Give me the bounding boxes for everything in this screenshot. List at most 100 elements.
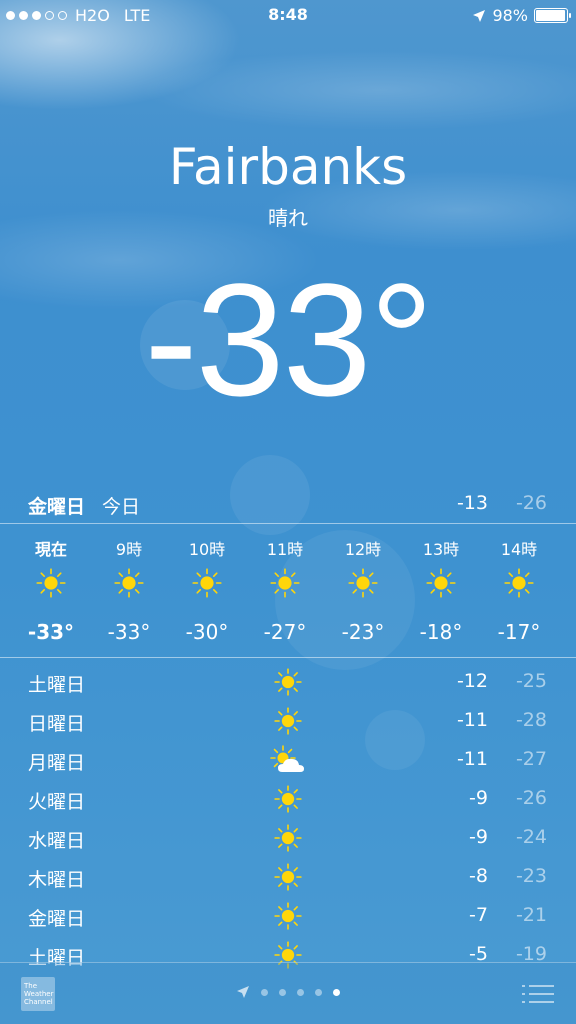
day-name: 日曜日 (28, 713, 86, 735)
hour-temp: -18° (419, 620, 463, 644)
sun-icon (274, 863, 302, 891)
sun-icon (274, 668, 302, 696)
daily-row: 火曜日 -9 -26 (0, 779, 576, 818)
day-high: -11 (456, 748, 488, 770)
day-name: 水曜日 (28, 830, 86, 852)
status-right-group: 98% (472, 6, 571, 25)
hour-icon (324, 564, 402, 602)
battery-percent: 98% (492, 6, 528, 25)
day-low: -28 (515, 709, 547, 731)
page-dot-active[interactable] (333, 988, 340, 996)
sun-icon (274, 824, 302, 852)
hour-label: 10時 (188, 540, 226, 559)
weather-channel-logo[interactable]: The Weather Channel (21, 977, 55, 1011)
hour-temp: -33° (107, 620, 151, 644)
daily-row: 土曜日 -12 -25 (0, 662, 576, 701)
divider (0, 523, 576, 524)
day-low: -23 (515, 865, 547, 887)
day-high: -9 (469, 787, 488, 809)
hourly-forecast[interactable]: 現在 -33° 9時 -33° 10時 -30° 11時 -27° 12時 -23° 13… (0, 528, 576, 653)
daily-row: 月曜日 -11 -27 (0, 740, 576, 779)
page-dots (261, 988, 340, 996)
page-dot[interactable] (279, 988, 286, 996)
hour-icon (246, 564, 324, 602)
hour-column: 10時 -30° (168, 528, 246, 644)
daily-row: 金曜日 -7 -21 (0, 896, 576, 935)
day-icon (270, 822, 306, 854)
hour-label: 13時 (422, 540, 460, 559)
page-dot[interactable] (315, 988, 322, 996)
daily-row: 日曜日 -11 -28 (0, 701, 576, 740)
status-bar: H2O LTE 8:48 98% (0, 0, 576, 30)
sun-icon (274, 707, 302, 735)
sun-icon (504, 568, 534, 598)
hour-column: 13時 -18° (402, 528, 480, 644)
day-low: -21 (515, 904, 547, 926)
sun-icon (192, 568, 222, 598)
hour-label: 12時 (344, 540, 382, 559)
location-arrow-icon (237, 986, 249, 998)
list-icon[interactable] (522, 984, 554, 1004)
day-high: -11 (456, 709, 488, 731)
hour-column: 14時 -17° (480, 528, 558, 644)
city-name: Fairbanks (168, 138, 408, 196)
sun-icon (426, 568, 456, 598)
hour-label: 11時 (266, 540, 304, 559)
hour-label: 現在 (34, 540, 67, 559)
hour-icon (12, 564, 90, 602)
hour-temp: -27° (263, 620, 307, 644)
daily-row: 水曜日 -9 -24 (0, 818, 576, 857)
hour-temp: -33° (27, 620, 75, 644)
day-icon (270, 900, 306, 932)
today-label: 今日 (102, 496, 141, 518)
daily-forecast[interactable]: 土曜日 -12 -25 日曜日 -11 -28 月曜日 -11 -27 火曜日 -9 … (0, 662, 576, 974)
day-low: -25 (515, 670, 547, 692)
hour-temp: -23° (341, 620, 385, 644)
weather-condition: 晴れ (268, 206, 308, 230)
day-icon (270, 861, 306, 893)
page-dot[interactable] (297, 988, 304, 996)
today-summary: 金曜日 今日 -13 -26 (0, 488, 576, 522)
bottom-toolbar: The Weather Channel (0, 962, 576, 1024)
day-name: 火曜日 (28, 791, 86, 813)
hour-icon (168, 564, 246, 602)
sun-icon (270, 568, 300, 598)
page-indicator[interactable] (236, 985, 340, 999)
hour-icon (480, 564, 558, 602)
day-icon (270, 783, 306, 815)
day-low: -27 (515, 748, 547, 770)
logo-line: The (24, 982, 38, 990)
day-name: 土曜日 (28, 674, 86, 696)
daily-row: 木曜日 -8 -23 (0, 857, 576, 896)
hour-temp: -30° (185, 620, 229, 644)
day-icon (270, 744, 306, 776)
day-name: 木曜日 (28, 869, 86, 891)
hour-icon (402, 564, 480, 602)
today-high: -13 (456, 492, 488, 514)
today-low: -26 (515, 492, 547, 514)
sun-icon (114, 568, 144, 598)
day-icon (270, 666, 306, 698)
day-high: -7 (469, 904, 488, 926)
day-high: -9 (469, 826, 488, 848)
day-low: -24 (515, 826, 547, 848)
hour-icon (90, 564, 168, 602)
sun-icon (36, 568, 66, 598)
logo-line: Channel (24, 998, 53, 1006)
hour-temp: -17° (497, 620, 541, 644)
hour-column: 11時 -27° (246, 528, 324, 644)
page-dot[interactable] (261, 988, 268, 996)
sun-icon (274, 902, 302, 930)
day-name: 金曜日 (28, 908, 86, 930)
day-high: -12 (456, 670, 488, 692)
battery-icon (534, 8, 571, 23)
sun-icon (348, 568, 378, 598)
day-high: -8 (469, 865, 488, 887)
hour-column: 9時 -33° (90, 528, 168, 644)
today-day: 金曜日 (28, 496, 86, 518)
day-icon (270, 705, 306, 737)
location-arrow-icon (473, 9, 486, 22)
hour-label: 9時 (115, 540, 143, 559)
logo-line: Weather (24, 990, 54, 998)
day-name: 月曜日 (28, 752, 86, 774)
